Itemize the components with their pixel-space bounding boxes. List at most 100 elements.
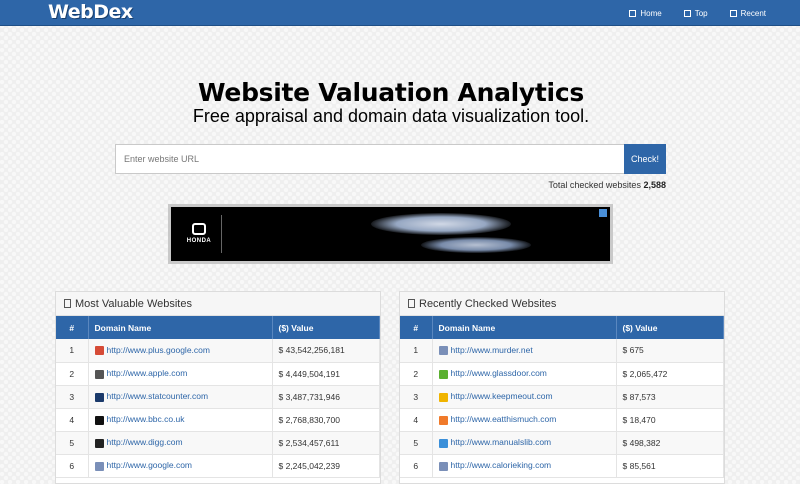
nav-recent-label: Recent <box>740 8 766 18</box>
ad-image: HONDA <box>171 207 610 261</box>
favicon-icon <box>94 461 104 471</box>
column-header-rank: # <box>56 316 89 339</box>
website-url-input[interactable] <box>115 144 625 174</box>
rank-cell: 6 <box>400 454 433 478</box>
panel-header: Most Valuable Websites <box>56 292 380 316</box>
value-cell: $ 498,382 <box>616 431 724 455</box>
ad-light-2 <box>421 237 531 253</box>
domain-link[interactable]: http://www.calorieking.com <box>451 460 552 470</box>
favicon-icon <box>94 346 104 356</box>
total-checked-value: 2,588 <box>643 180 666 190</box>
value-cell: $ 18,470 <box>616 408 724 432</box>
panel-header: Recently Checked Websites <box>400 292 724 316</box>
table-row: 2 http://www.glassdoor.com $ 2,065,472 <box>400 362 724 386</box>
domain-link[interactable]: http://www.keepmeout.com <box>451 391 553 401</box>
domain-link[interactable]: http://www.bbc.co.uk <box>107 414 185 424</box>
ad-divider <box>221 215 222 253</box>
favicon-icon <box>94 369 104 379</box>
domain-cell: http://www.murder.net <box>432 339 617 363</box>
total-checked: Total checked websites 2,588 <box>548 180 666 190</box>
nav-top-link[interactable]: Top <box>683 8 708 18</box>
value-cell: $ 2,065,472 <box>616 362 724 386</box>
honda-logo-text: HONDA <box>186 238 212 244</box>
domain-link[interactable]: http://www.digg.com <box>107 437 183 447</box>
nav-home-label: Home <box>640 8 662 18</box>
panel-title: Recently Checked Websites <box>419 297 557 310</box>
honda-logo-mark <box>192 223 206 235</box>
column-header-value: ($) Value <box>272 316 380 339</box>
nav-links: Home Top Recent <box>629 0 766 26</box>
rank-cell: 5 <box>400 431 433 455</box>
panel-title: Most Valuable Websites <box>75 297 192 310</box>
value-cell: $ 2,245,042,239 <box>272 454 380 478</box>
domain-cell: http://www.bbc.co.uk <box>88 408 273 432</box>
domain-cell: http://www.calorieking.com <box>432 454 617 478</box>
page-subtitle: Free appraisal and domain data visualiza… <box>192 106 590 126</box>
nav-home-link[interactable]: Home <box>629 8 662 18</box>
domain-link[interactable]: http://www.eatthismuch.com <box>451 414 557 424</box>
value-cell: $ 675 <box>616 339 724 363</box>
table-row: 3 http://www.statcounter.com $ 3,487,731,9… <box>56 385 380 409</box>
clock-icon <box>729 9 737 17</box>
domain-cell: http://www.google.com <box>88 454 273 478</box>
table-row: 1 http://www.plus.google.com $ 43,542,256,… <box>56 339 380 363</box>
domain-cell: http://www.digg.com <box>88 431 273 455</box>
column-header-rank: # <box>400 316 433 339</box>
rank-cell: 3 <box>56 385 89 409</box>
favicon-icon <box>94 438 104 448</box>
value-cell: $ 87,573 <box>616 385 724 409</box>
rank-cell: 1 <box>400 339 433 363</box>
domain-link[interactable]: http://www.apple.com <box>107 368 188 378</box>
adchoices-icon[interactable] <box>599 209 607 217</box>
favicon-icon <box>438 438 448 448</box>
table-row: 5 http://www.manualslib.com $ 498,382 <box>400 431 724 455</box>
nav-top-label: Top <box>694 8 708 18</box>
column-header-domain: Domain Name <box>432 316 617 339</box>
favicon-icon <box>94 415 104 425</box>
home-icon <box>629 9 637 17</box>
total-checked-label: Total checked websites <box>548 180 641 190</box>
domain-cell: http://www.plus.google.com <box>88 339 273 363</box>
domain-cell: http://www.manualslib.com <box>432 431 617 455</box>
page-title: Website Valuation Analytics <box>198 78 584 107</box>
column-header-value: ($) Value <box>616 316 724 339</box>
document-icon <box>408 299 415 308</box>
most-valuable-panel: Most Valuable Websites # Domain Name ($)… <box>55 291 381 484</box>
ad-light-1 <box>371 213 511 235</box>
rank-cell: 5 <box>56 431 89 455</box>
ad-banner[interactable]: HONDA <box>168 204 613 264</box>
value-cell: $ 2,768,830,700 <box>272 408 380 432</box>
domain-cell: http://www.apple.com <box>88 362 273 386</box>
rank-cell: 1 <box>56 339 89 363</box>
top-navbar: WebDex Home Top Recent <box>0 0 800 26</box>
nav-recent-link[interactable]: Recent <box>729 8 766 18</box>
recently-checked-table: # Domain Name ($) Value 1 http://www.murd… <box>400 316 724 478</box>
rank-cell: 2 <box>56 362 89 386</box>
value-cell: $ 2,534,457,611 <box>272 431 380 455</box>
domain-link[interactable]: http://www.statcounter.com <box>107 391 209 401</box>
table-row: 4 http://www.eatthismuch.com $ 18,470 <box>400 408 724 432</box>
list-icon <box>683 9 691 17</box>
recently-checked-panel: Recently Checked Websites # Domain Name … <box>399 291 725 484</box>
table-row: 2 http://www.apple.com $ 4,449,504,191 <box>56 362 380 386</box>
table-row: 5 http://www.digg.com $ 2,534,457,611 <box>56 431 380 455</box>
check-button[interactable]: Check! <box>624 144 666 174</box>
rank-cell: 4 <box>56 408 89 432</box>
favicon-icon <box>438 369 448 379</box>
domain-link[interactable]: http://www.google.com <box>107 460 193 470</box>
table-row: 3 http://www.keepmeout.com $ 87,573 <box>400 385 724 409</box>
value-cell: $ 85,561 <box>616 454 724 478</box>
rank-cell: 6 <box>56 454 89 478</box>
table-row: 6 http://www.google.com $ 2,245,042,239 <box>56 454 380 478</box>
honda-logo: HONDA <box>183 219 215 244</box>
domain-link[interactable]: http://www.plus.google.com <box>107 345 210 355</box>
domain-cell: http://www.eatthismuch.com <box>432 408 617 432</box>
favicon-icon <box>438 392 448 402</box>
domain-link[interactable]: http://www.manualslib.com <box>451 437 552 447</box>
domain-link[interactable]: http://www.glassdoor.com <box>451 368 547 378</box>
value-cell: $ 3,487,731,946 <box>272 385 380 409</box>
domain-link[interactable]: http://www.murder.net <box>451 345 533 355</box>
brand-logo[interactable]: WebDex <box>48 1 133 23</box>
rank-cell: 4 <box>400 408 433 432</box>
value-cell: $ 4,449,504,191 <box>272 362 380 386</box>
